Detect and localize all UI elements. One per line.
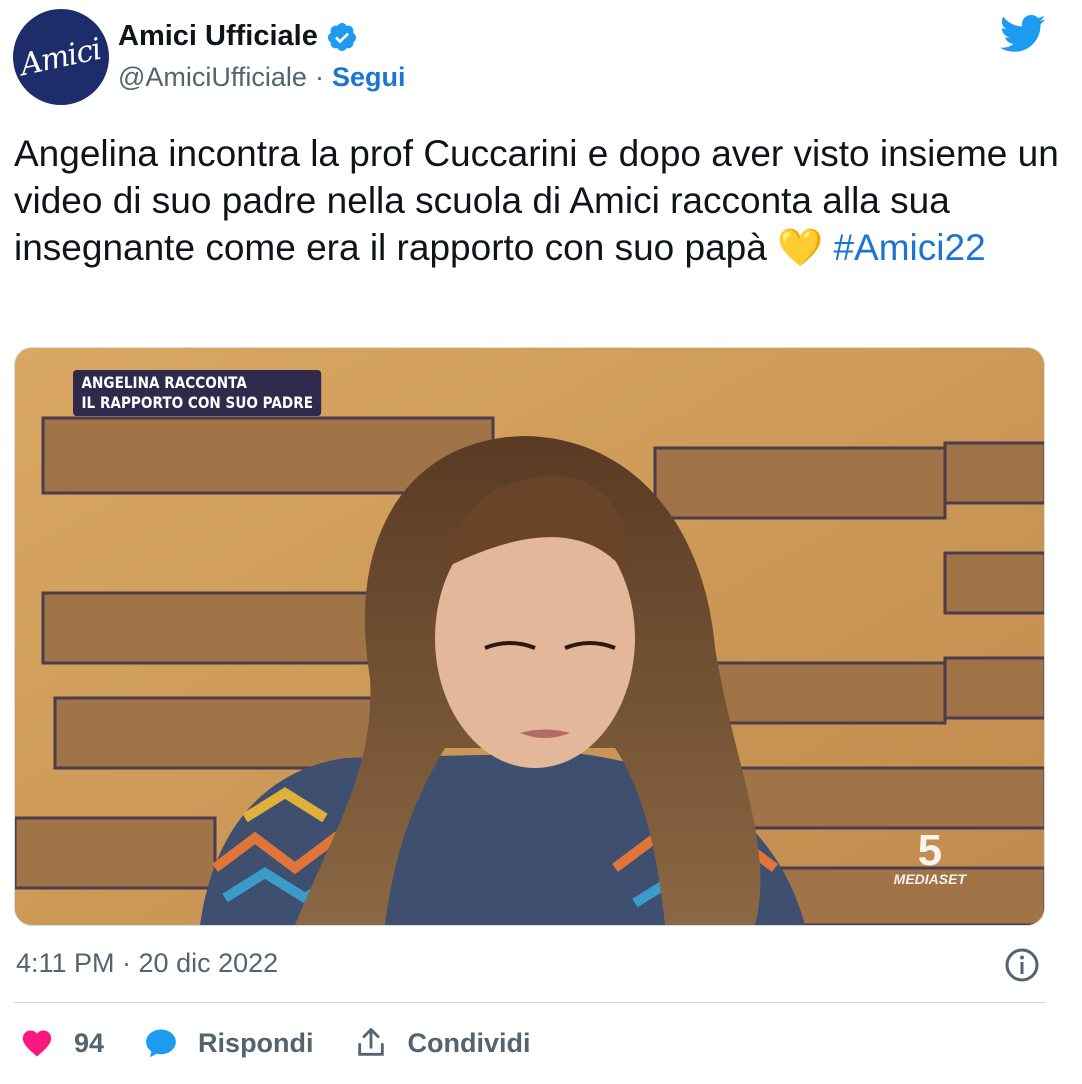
name-row: Amici Ufficiale	[118, 20, 358, 53]
reply-label: Rispondi	[198, 1027, 314, 1058]
handle-row: @AmiciUfficiale · Segui	[118, 62, 405, 93]
tweet-media[interactable]: ANGELINA RACCONTA IL RAPPORTO CON SUO PA…	[14, 347, 1045, 926]
reply-button[interactable]: Rispondi	[144, 1026, 314, 1060]
follow-button[interactable]: Segui	[332, 62, 406, 93]
caption-line-2: IL RAPPORTO CON SUO PADRE	[81, 393, 313, 412]
tweet-timestamp[interactable]: 4:11 PM · 20 dic 2022	[16, 948, 278, 979]
channel-name: MEDIASET	[893, 871, 966, 887]
twitter-bird-icon[interactable]	[1000, 14, 1046, 54]
share-button[interactable]: Condividi	[354, 1026, 531, 1060]
avatar[interactable]: Amici	[13, 9, 109, 105]
video-caption: ANGELINA RACCONTA IL RAPPORTO CON SUO PA…	[73, 370, 322, 416]
action-bar: 94 Rispondi Condividi	[20, 1026, 571, 1060]
channel-number: 5	[917, 826, 943, 875]
channel-logo: 5 MEDIASET	[893, 826, 966, 888]
verified-badge-icon	[327, 22, 356, 51]
like-button[interactable]: 94	[20, 1026, 104, 1060]
avatar-logo-text: Amici	[17, 31, 105, 83]
divider	[14, 1002, 1046, 1003]
hashtag-link[interactable]: #Amici22	[833, 227, 985, 268]
share-icon	[357, 1028, 384, 1056]
reply-bubble-icon	[146, 1029, 176, 1058]
handle-separator: ·	[314, 62, 324, 92]
like-count: 94	[74, 1027, 105, 1058]
display-name[interactable]: Amici Ufficiale	[118, 20, 318, 53]
info-icon[interactable]	[1004, 947, 1040, 983]
video-frame	[15, 348, 1044, 925]
heart-icon	[22, 1030, 52, 1057]
tweet-text: Angelina incontra la prof Cuccarini e do…	[14, 130, 1064, 271]
share-label: Condividi	[407, 1027, 531, 1058]
handle[interactable]: @AmiciUfficiale	[118, 62, 307, 93]
yellow-heart-emoji: 💛	[777, 227, 824, 268]
caption-line-1: ANGELINA RACCONTA	[81, 373, 247, 392]
